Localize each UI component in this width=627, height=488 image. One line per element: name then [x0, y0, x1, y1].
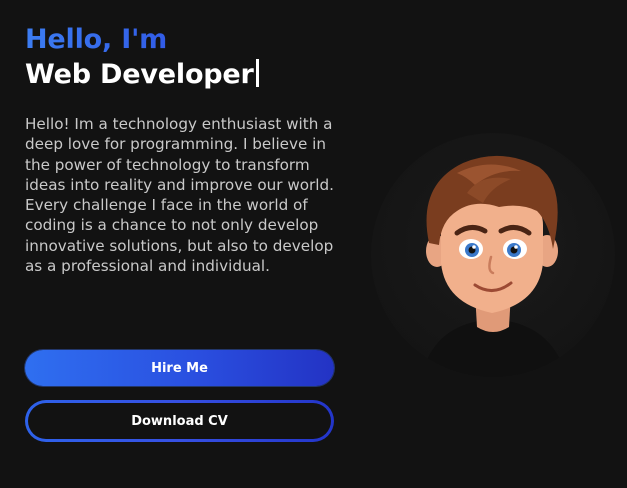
hire-me-button[interactable]: Hire Me [25, 350, 334, 386]
bio-paragraph: Hello! Im a technology enthusiast with a… [25, 115, 334, 276]
avatar [371, 133, 615, 377]
hire-me-label: Hire Me [151, 360, 208, 376]
avatar-illustration [421, 155, 567, 377]
hero-text-section: Hello, I'm Web Developer Hello! Im a tec… [25, 24, 337, 276]
download-cv-button[interactable]: Download CV [25, 400, 334, 442]
role-heading: Web Developer [25, 58, 337, 92]
typing-cursor [255, 59, 259, 87]
greeting-heading: Hello, I'm [25, 24, 337, 56]
role-text: Web Developer [25, 59, 254, 90]
download-cv-label: Download CV [131, 413, 228, 429]
